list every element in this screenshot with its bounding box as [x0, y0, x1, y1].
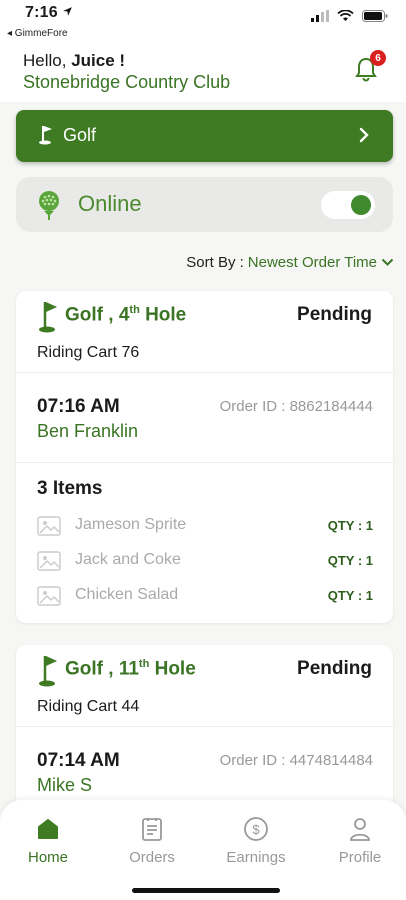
chevron-right-icon: [359, 127, 369, 143]
golf-flag-icon: [39, 302, 57, 333]
signal-icon: [311, 10, 329, 22]
svg-text:$: $: [252, 822, 260, 837]
item-qty: QTY : 1: [327, 553, 373, 568]
item-name: Jameson Sprite: [75, 516, 187, 533]
battery-icon: [362, 10, 388, 22]
club-name: Stonebridge Country Club: [23, 72, 231, 92]
customer-name: Mike S: [37, 775, 93, 795]
sort-label: Sort By :: [186, 254, 244, 271]
wifi-icon: [337, 10, 354, 21]
golf-flag-icon: [39, 656, 57, 687]
notifications-button[interactable]: 6: [354, 50, 386, 82]
status-icons: [311, 10, 388, 22]
order-info: 07:16 AM Order ID : 8862184444 Ben Frank…: [16, 373, 393, 463]
order-card[interactable]: Golf , 4th Hole Pending Riding Cart 76 0…: [16, 291, 393, 623]
item-count: 3 Items: [37, 478, 103, 499]
list-item: Jameson Sprite QTY : 1: [37, 515, 373, 537]
back-to-app-link[interactable]: ◂ GimmeFore: [7, 28, 68, 39]
location-arrow-icon: [63, 7, 73, 16]
sort-dropdown[interactable]: Sort By : Newest Order Time: [186, 254, 394, 271]
tab-orders[interactable]: Orders: [112, 815, 192, 866]
order-status: Pending: [297, 304, 372, 325]
cart-number: Riding Cart 76: [37, 344, 140, 361]
image-placeholder-icon: [37, 516, 61, 536]
sort-value: Newest Order Time: [247, 254, 377, 271]
order-time: 07:14 AM: [37, 750, 120, 771]
image-placeholder-icon: [37, 586, 61, 606]
online-label: Online: [78, 191, 142, 216]
tab-label: Home: [27, 849, 68, 866]
item-qty: QTY : 1: [327, 588, 373, 603]
greeting: Hello, Juice !: [23, 51, 126, 70]
item-name: Jack and Coke: [75, 551, 181, 568]
tab-home[interactable]: Home: [8, 815, 88, 866]
tab-profile[interactable]: Profile: [320, 815, 400, 866]
order-card-header: Golf , 4th Hole Pending Riding Cart 76: [16, 291, 393, 373]
user-name: Juice !: [71, 51, 126, 70]
tab-label: Orders: [129, 849, 175, 866]
order-card-header: Golf , 11th Hole Pending Riding Cart 44: [16, 645, 393, 727]
golf-ball-tee-icon: [39, 191, 59, 220]
cart-number: Riding Cart 44: [37, 698, 140, 715]
dollar-icon: $: [244, 817, 268, 841]
item-qty: QTY : 1: [327, 518, 373, 533]
tab-earnings[interactable]: $ Earnings: [216, 815, 296, 866]
order-location: Golf , 4th Hole: [65, 304, 187, 326]
golf-flag-icon: [39, 126, 52, 145]
toggle-knob: [351, 195, 371, 215]
bottom-tab-bar: Home Orders $ Earnings Profile: [0, 800, 406, 900]
profile-icon: [350, 818, 370, 841]
customer-name: Ben Franklin: [37, 421, 139, 441]
orders-icon: [142, 818, 162, 841]
greeting-header: Hello, Juice ! Stonebridge Country Club …: [0, 46, 406, 102]
notification-badge: 6: [370, 50, 386, 66]
home-icon: [38, 819, 58, 839]
status-bar: 7:16 ◂ GimmeFore: [0, 0, 406, 46]
chevron-down-icon: [381, 258, 394, 266]
list-item: Chicken Salad QTY : 1: [37, 585, 373, 607]
order-status: Pending: [297, 658, 372, 679]
item-name: Chicken Salad: [75, 586, 179, 603]
tab-label: Earnings: [226, 849, 286, 866]
order-location: Golf , 11th Hole: [65, 658, 196, 680]
order-id: Order ID : 4474814484: [219, 752, 373, 769]
image-placeholder-icon: [37, 551, 61, 571]
home-indicator[interactable]: [132, 888, 280, 893]
category-selector-golf[interactable]: Golf: [16, 110, 393, 162]
online-toggle[interactable]: [321, 191, 375, 219]
order-time: 07:16 AM: [37, 396, 120, 417]
status-time: 7:16: [25, 4, 73, 22]
order-id: Order ID : 8862184444: [219, 398, 373, 415]
tab-label: Profile: [338, 849, 382, 866]
online-status-panel: Online: [16, 177, 393, 232]
list-item: Jack and Coke QTY : 1: [37, 550, 373, 572]
category-label: Golf: [63, 125, 97, 145]
